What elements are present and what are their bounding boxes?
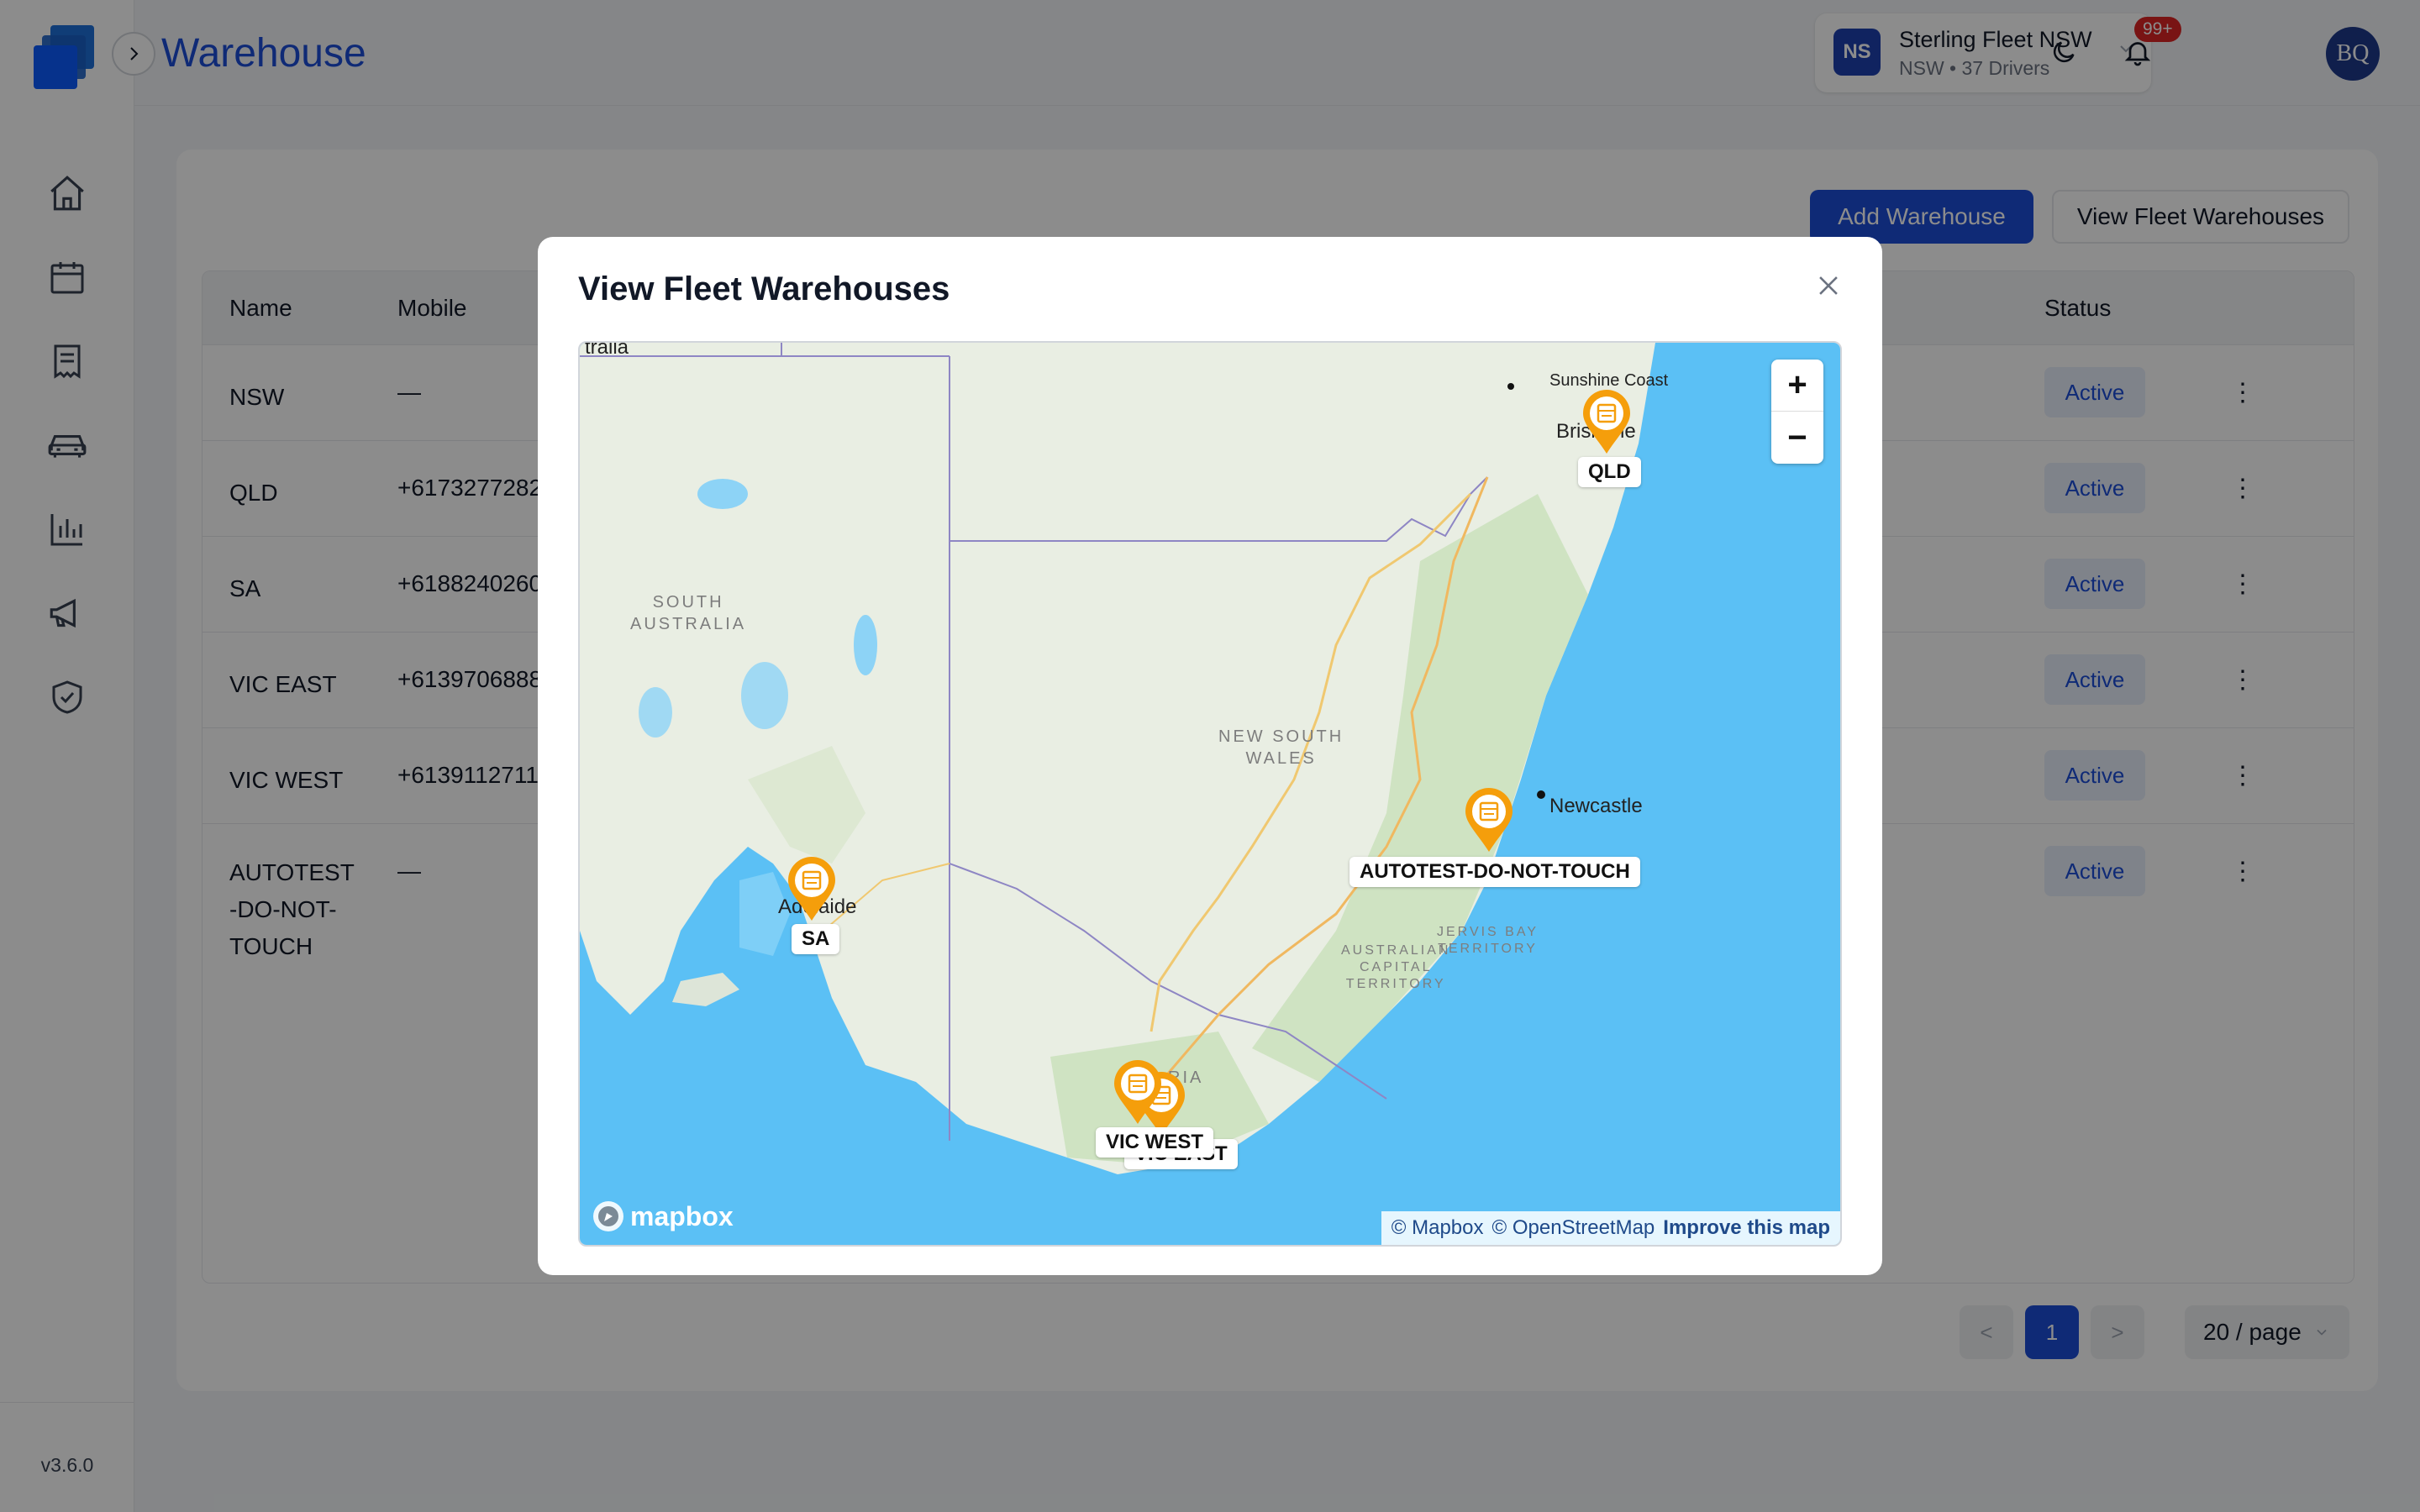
warehouse-marker-label-sa[interactable]: SA xyxy=(792,924,840,954)
mapbox-logo-text: mapbox xyxy=(630,1200,734,1231)
attribution-osm-link[interactable]: © OpenStreetMap xyxy=(1492,1216,1655,1240)
mapbox-icon xyxy=(593,1201,623,1231)
mapbox-logo[interactable]: mapbox xyxy=(592,1200,734,1233)
warehouse-marker-vic-west[interactable] xyxy=(1111,1058,1165,1126)
warehouse-marker-autotest[interactable] xyxy=(1462,786,1516,853)
map-region-jervis-bay: JERVIS BAY TERRITORY xyxy=(1437,925,1539,956)
warehouse-marker-qld[interactable] xyxy=(1580,388,1634,455)
warehouse-marker-label-vic-west[interactable]: VIC WEST xyxy=(1096,1127,1214,1158)
warehouse-map[interactable]: tralia Sunshine Coast Brisbane Newcastle… xyxy=(578,341,1842,1247)
close-icon xyxy=(1819,276,1838,295)
warehouse-pin-icon xyxy=(1583,390,1630,454)
view-fleet-warehouses-modal: View Fleet Warehouses tralia Sunshine Co… xyxy=(538,237,1882,1275)
zoom-out-button[interactable]: − xyxy=(1771,412,1823,464)
map-region-act: AUSTRALIAN CAPITAL TERRITORY xyxy=(1341,943,1451,991)
modal-close-button[interactable] xyxy=(1808,265,1849,306)
attribution-mapbox-link[interactable]: © Mapbox xyxy=(1392,1216,1484,1240)
warehouse-marker-label-autotest[interactable]: AUTOTEST-DO-NOT-TOUCH xyxy=(1349,857,1640,887)
map-canvas[interactable] xyxy=(580,343,1842,1247)
map-label-australia: tralia xyxy=(585,341,629,359)
warehouse-pin-icon xyxy=(788,857,835,921)
map-region-south-australia: SOUTH AUSTRALIA xyxy=(630,593,747,633)
modal-title: View Fleet Warehouses xyxy=(578,270,950,307)
zoom-in-button[interactable]: + xyxy=(1771,360,1823,412)
improve-map-link[interactable]: Improve this map xyxy=(1663,1216,1830,1240)
warehouse-marker-label-qld[interactable]: QLD xyxy=(1578,457,1641,487)
map-label-newcastle: Newcastle xyxy=(1549,795,1643,817)
map-attribution: © Mapbox © OpenStreetMap Improve this ma… xyxy=(1381,1211,1840,1245)
warehouse-pin-icon xyxy=(1465,788,1512,852)
map-zoom-control: + − xyxy=(1771,360,1823,464)
map-region-new-south-wales: NEW SOUTH WALES xyxy=(1218,727,1344,768)
warehouse-marker-sa[interactable] xyxy=(785,855,839,922)
warehouse-pin-icon xyxy=(1114,1060,1161,1124)
